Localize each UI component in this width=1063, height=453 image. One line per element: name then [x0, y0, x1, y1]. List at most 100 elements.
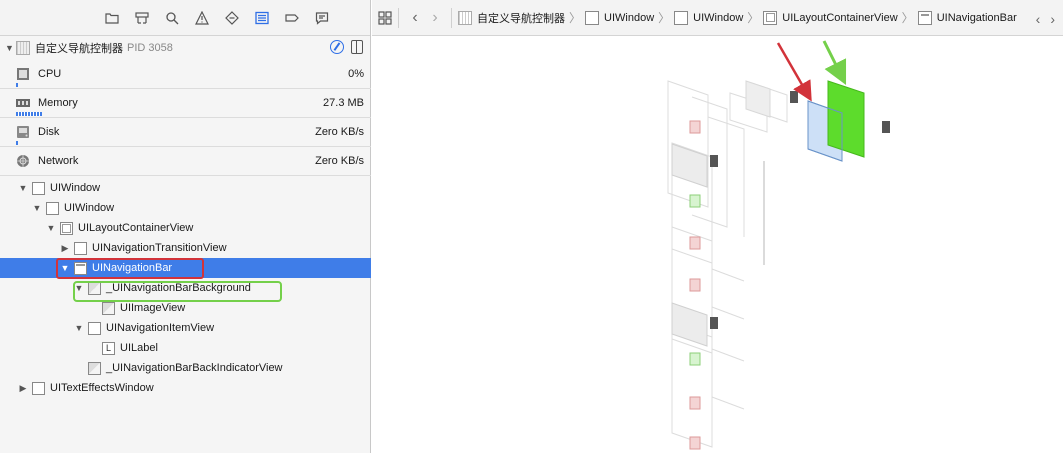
debug-list-icon[interactable]: [253, 8, 272, 27]
tree-row[interactable]: ▶ UINavigationTransitionView: [0, 238, 371, 258]
annotation-red-arrow: [776, 42, 812, 102]
tree-row[interactable]: ▼ UIWindow: [0, 178, 371, 198]
breadcrumb-item[interactable]: 自定义导航控制器: [458, 10, 565, 26]
process-pid: PID 3058: [127, 42, 173, 54]
annotation-red-box: [56, 258, 204, 279]
disclosure-triangle-icon[interactable]: ▶: [18, 383, 28, 394]
gauge-bar: [16, 141, 18, 145]
gauge-label: Disk: [38, 126, 60, 138]
tree-row[interactable]: ▼ UILayoutContainerView: [0, 218, 371, 238]
related-items-icon[interactable]: [378, 10, 392, 25]
tree-row-label: UIWindow: [64, 202, 115, 214]
layer-stack: [667, 80, 788, 448]
folder-icon[interactable]: [103, 8, 122, 27]
previous-issue-icon[interactable]: ‹: [1036, 11, 1041, 27]
process-row[interactable]: ▼ 自定义导航控制器 PID 3058: [0, 37, 371, 59]
tree-row[interactable]: ▶ UITextEffectsWindow: [0, 378, 371, 398]
disclosure-triangle-icon[interactable]: ▼: [74, 323, 84, 333]
breadcrumb-label: UIWindow: [604, 11, 655, 24]
gauge-label: Memory: [38, 97, 78, 109]
annotation-green-arrow: [822, 40, 847, 86]
grey-layers: [671, 80, 771, 347]
forward-arrow-icon[interactable]: ›: [425, 9, 445, 27]
breadcrumb-label: UILayoutContainerView: [782, 11, 898, 24]
app-icon: [16, 41, 30, 55]
back-arrow-icon[interactable]: ‹: [405, 9, 425, 27]
exploded-view-hierarchy[interactable]: [372, 37, 1063, 453]
navigator-toolbar: [0, 0, 370, 36]
disclosure-triangle-icon[interactable]: ▼: [32, 203, 42, 213]
next-issue-icon[interactable]: ›: [1050, 11, 1055, 27]
gauge-bar: [16, 112, 42, 116]
tree-row-label: UIWindow: [50, 182, 101, 194]
tree-row[interactable]: ▼ UIWindow: [0, 198, 371, 218]
gauge-network[interactable]: Network Zero KB/s: [0, 147, 371, 176]
tree-row[interactable]: ▼ UINavigationItemView: [0, 318, 371, 338]
label-icon: L: [102, 341, 115, 355]
view-icon: [32, 381, 45, 395]
breadcrumb-item[interactable]: UIWindow: [674, 10, 744, 25]
gauge-value: 0%: [348, 68, 364, 80]
tree-row-label: UILayoutContainerView: [78, 222, 194, 234]
jump-bar: ‹ › 自定义导航控制器 〉 UIWindow 〉 UIWindow 〉 UIL…: [372, 0, 1063, 36]
tree-row-label: UINavigationItemView: [106, 322, 215, 334]
warning-icon[interactable]: [193, 8, 212, 27]
container-view-icon: [763, 10, 778, 25]
gauge-label: CPU: [38, 68, 62, 80]
view-icon: [32, 181, 45, 195]
breadcrumb-label: UIWindow: [693, 11, 744, 24]
navigation-bar-background-view[interactable]: [827, 80, 865, 158]
xcode-view-debugger: ▼ 自定义导航控制器 PID 3058 CPU 0% Memory 27.3 M…: [0, 0, 1063, 453]
view-toggle-icon[interactable]: [351, 40, 363, 54]
disclosure-triangle-icon[interactable]: ▼: [5, 43, 14, 53]
chevron-right-icon: 〉: [658, 11, 671, 25]
disclosure-triangle-icon[interactable]: ▼: [18, 183, 28, 193]
view-icon: [585, 10, 600, 25]
container-view-icon: [60, 221, 73, 235]
disclosure-triangle-icon[interactable]: ▶: [60, 243, 70, 254]
view-icon: [674, 10, 689, 25]
breakpoint-icon[interactable]: [283, 8, 302, 27]
memory-icon: [16, 99, 30, 107]
gauge-bar: [16, 83, 18, 87]
tree-row-label: UILabel: [120, 342, 158, 354]
breadcrumb-label: 自定义导航控制器: [477, 12, 565, 25]
navigation-bar-icon: [917, 10, 932, 25]
log-icon[interactable]: [313, 8, 332, 27]
tree-row[interactable]: _UINavigationBarBackIndicatorView: [0, 358, 371, 378]
gauge-disk[interactable]: Disk Zero KB/s: [0, 118, 371, 147]
tree-row-label: UIImageView: [120, 302, 186, 314]
view-icon: [88, 321, 101, 335]
gauge-value: Zero KB/s: [315, 126, 364, 138]
chevron-right-icon: 〉: [569, 11, 582, 25]
debug-navigator: ▼ 自定义导航控制器 PID 3058 CPU 0% Memory 27.3 M…: [0, 0, 371, 453]
tree-row-label: UINavigationTransitionView: [92, 242, 227, 254]
gauge-value: Zero KB/s: [315, 155, 364, 167]
chevron-right-icon: 〉: [747, 11, 760, 25]
gauge-label: Network: [38, 155, 79, 167]
gauge-memory[interactable]: Memory 27.3 MB: [0, 89, 371, 118]
view-icon: [74, 241, 87, 255]
image-view-icon: [102, 301, 115, 315]
tree-row-label: UITextEffectsWindow: [50, 382, 154, 394]
cpu-icon: [17, 68, 29, 80]
gauge-options-icon[interactable]: [330, 40, 344, 54]
test-diamond-icon[interactable]: [223, 8, 242, 27]
breadcrumb-label: UINavigationBar: [936, 11, 1017, 24]
gauge-value: 27.3 MB: [323, 97, 364, 109]
breadcrumb-item[interactable]: UILayoutContainerView: [763, 10, 898, 25]
breadcrumb-item[interactable]: UIWindow: [585, 10, 655, 25]
app-icon: [458, 10, 472, 25]
tree-row[interactable]: L UILabel: [0, 338, 371, 358]
chevron-right-icon: 〉: [901, 11, 914, 25]
gauge-cpu[interactable]: CPU 0%: [0, 60, 371, 89]
view-debugger-canvas[interactable]: [372, 37, 1063, 453]
process-name: 自定义导航控制器: [35, 43, 123, 55]
disclosure-triangle-icon[interactable]: ▼: [46, 223, 56, 233]
search-icon[interactable]: [163, 8, 182, 27]
breadcrumb-item[interactable]: UINavigationBar: [917, 10, 1017, 25]
network-icon: [17, 155, 29, 167]
view-icon: [46, 201, 59, 215]
hierarchy-icon[interactable]: [133, 8, 152, 27]
annotation-green-box: [73, 281, 282, 302]
